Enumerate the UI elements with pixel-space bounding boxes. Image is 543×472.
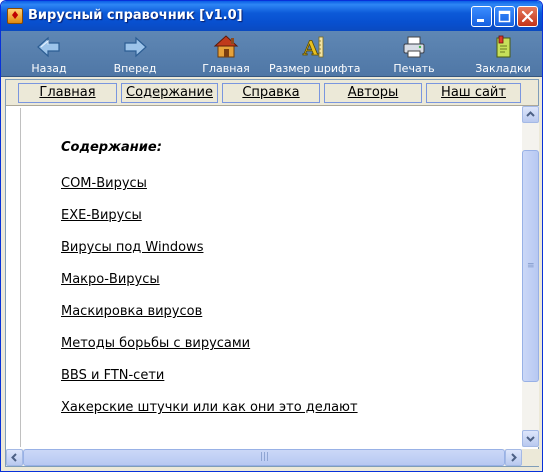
nav-tabs: Главная Содержание Справка Авторы Наш са… (6, 80, 538, 106)
scroll-right-button[interactable] (505, 449, 522, 466)
scroll-down-button[interactable] (522, 430, 539, 447)
tab-home[interactable]: Главная (18, 83, 117, 103)
link-virus-masking[interactable]: Маскировка вирусов (61, 304, 202, 319)
window-title: Вирусный справочник [v1.0] (28, 8, 243, 23)
link-windows-viruses[interactable]: Вирусы под Windows (61, 240, 203, 255)
forward-button[interactable]: Вперед (109, 31, 161, 77)
contents-heading: Содержание: (61, 140, 162, 155)
app-icon: ♦ (7, 8, 23, 24)
tab-help[interactable]: Справка (222, 83, 320, 103)
link-com-viruses[interactable]: COM-Вирусы (61, 176, 147, 191)
content-frame: Главная Содержание Справка Авторы Наш са… (5, 79, 539, 467)
home-button[interactable]: Главная (199, 31, 253, 77)
document-area: Содержание: COM-Вирусы EXE-Вирусы Вирусы… (20, 108, 521, 447)
link-macro-viruses[interactable]: Макро-Вирусы (61, 272, 160, 287)
bookmarks-button[interactable]: Закладки (475, 31, 531, 77)
toolbar: Назад Вперед Главная A Размер шрифта Печ… (1, 31, 542, 86)
forward-arrow-icon (124, 36, 147, 58)
vertical-scrollbar[interactable]: ≡ (522, 106, 539, 447)
horizontal-scroll-thumb[interactable]: ||| (23, 449, 505, 466)
chevron-down-icon (526, 436, 535, 442)
close-button[interactable] (517, 6, 538, 27)
horizontal-scrollbar[interactable]: ||| (6, 449, 522, 466)
chevron-right-icon (511, 453, 517, 462)
font-size-icon: A (302, 36, 324, 60)
font-size-button[interactable]: A Размер шрифта (269, 31, 361, 77)
link-bbs-ftn[interactable]: BBS и FTN-сети (61, 368, 164, 383)
chevron-left-icon (11, 453, 17, 462)
print-button[interactable]: Печать (391, 31, 437, 77)
minimize-button[interactable] (471, 6, 492, 27)
tab-authors[interactable]: Авторы (324, 83, 422, 103)
scrollbar-corner (522, 449, 539, 466)
link-exe-viruses[interactable]: EXE-Вирусы (61, 208, 142, 223)
back-button[interactable]: Назад (26, 31, 72, 77)
home-icon (213, 35, 239, 58)
svg-text:A: A (302, 36, 319, 60)
maximize-button[interactable] (494, 6, 515, 27)
scroll-left-button[interactable] (6, 449, 23, 466)
link-hacker-tricks[interactable]: Хакерские штучки или как они это делают (61, 400, 358, 415)
maximize-icon (498, 10, 511, 23)
vertical-scroll-thumb[interactable]: ≡ (522, 150, 539, 382)
tab-contents[interactable]: Содержание (121, 83, 218, 103)
bookmarks-icon (496, 35, 511, 58)
tab-our-site[interactable]: Наш сайт (426, 83, 521, 103)
minimize-icon (477, 19, 484, 22)
chevron-up-icon (526, 111, 535, 117)
close-icon (521, 10, 534, 23)
link-antivirus-methods[interactable]: Методы борьбы с вирусами (61, 336, 250, 351)
app-window: ♦ Вирусный справочник [v1.0] Назад Впере… (0, 0, 543, 472)
printer-icon (403, 36, 425, 58)
back-arrow-icon (37, 36, 60, 58)
scroll-up-button[interactable] (522, 106, 539, 123)
title-bar[interactable]: ♦ Вирусный справочник [v1.0] (1, 1, 542, 31)
